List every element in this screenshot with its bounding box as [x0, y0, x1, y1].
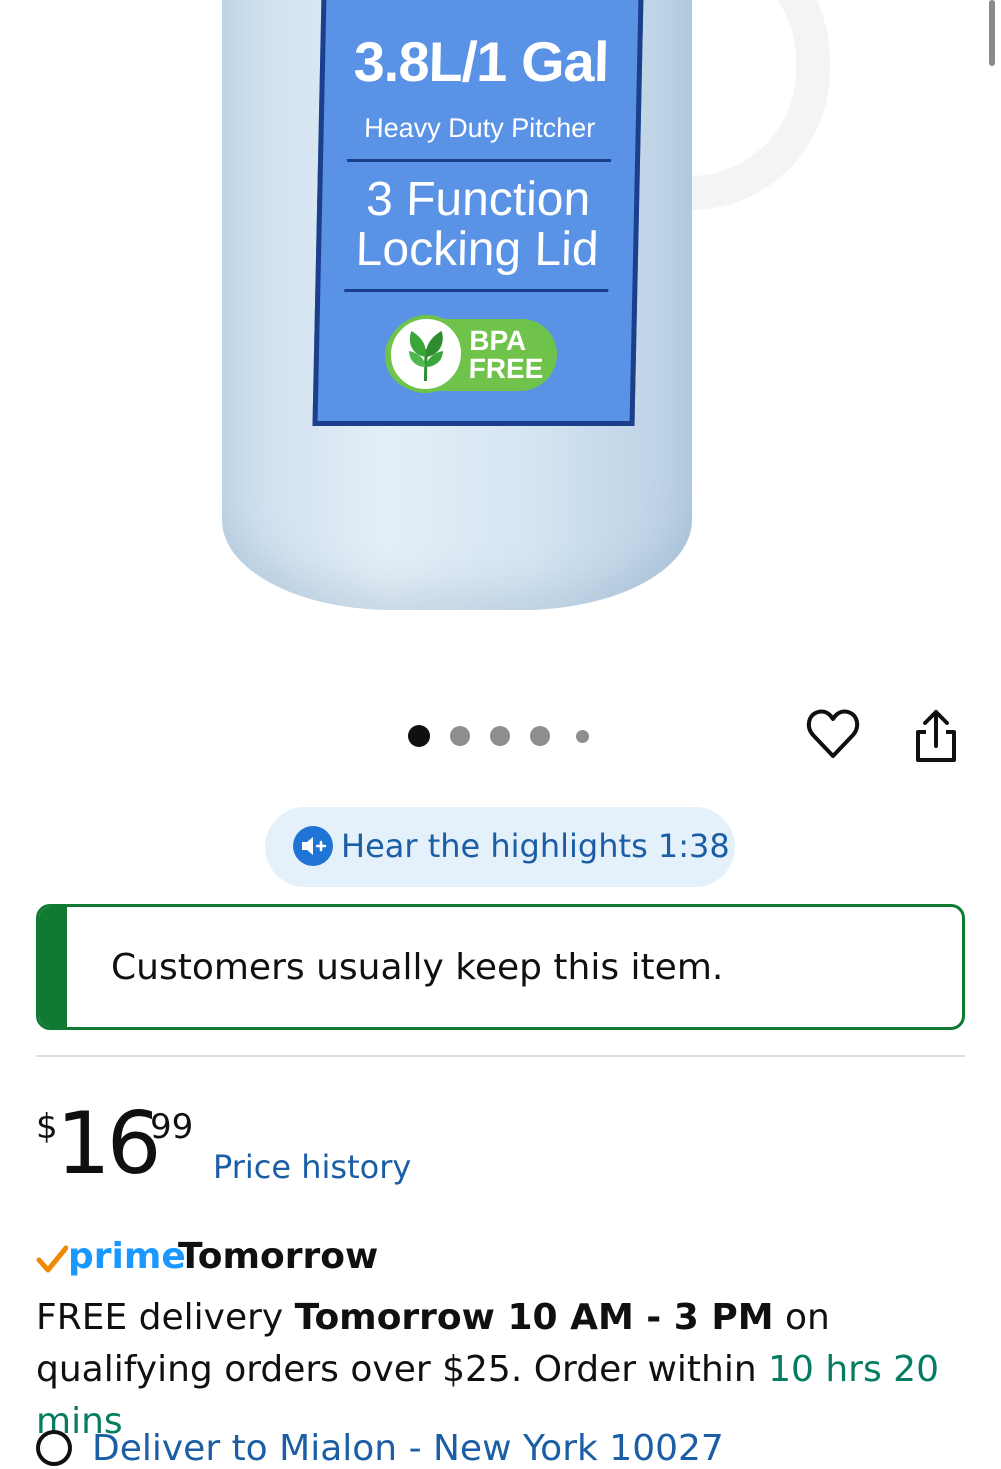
- bpa-text: BPA FREE: [468, 325, 544, 384]
- carousel-dot[interactable]: [490, 726, 510, 746]
- prime-logo-text: prime: [68, 1236, 186, 1277]
- product-image[interactable]: 3.8L/1 Gal Heavy Duty Pitcher 3 Function…: [0, 0, 1001, 690]
- feature-line-2: Locking Lid: [355, 223, 600, 276]
- share-icon: [916, 710, 956, 762]
- price-whole: 16: [56, 1094, 161, 1194]
- capacity-label: 3.8L/1 Gal: [353, 30, 610, 93]
- keep-banner-text: Customers usually keep this item.: [111, 947, 724, 988]
- prime-delivery-badge: prime Tomorrow: [36, 1236, 636, 1280]
- bpa-line-2: FREE: [468, 353, 544, 384]
- delivery-prefix: FREE delivery: [36, 1297, 295, 1338]
- location-pin-icon: [36, 1430, 72, 1466]
- banner-accent-bar: [39, 907, 67, 1027]
- bpa-line-1: BPA: [468, 325, 527, 356]
- carousel-dot[interactable]: [530, 726, 550, 746]
- share-button[interactable]: [908, 706, 964, 766]
- label-divider: [347, 159, 612, 162]
- leaf-icon: [386, 315, 466, 393]
- carousel-dot[interactable]: [576, 730, 589, 743]
- section-divider: [36, 1055, 965, 1057]
- speaker-icon: [293, 826, 333, 866]
- price-fraction: 99: [150, 1107, 194, 1147]
- pitcher-subtitle: Heavy Duty Pitcher: [363, 113, 596, 143]
- price-currency-symbol: $: [36, 1107, 58, 1147]
- hear-highlights-button[interactable]: Hear the highlights 1:38: [265, 807, 735, 887]
- deliver-to-text: Deliver to Mialon - New York 10027: [92, 1428, 724, 1469]
- price-history-link[interactable]: Price history: [213, 1148, 411, 1186]
- label-divider: [344, 289, 609, 292]
- pitcher-label: 3.8L/1 Gal Heavy Duty Pitcher 3 Function…: [312, 0, 644, 426]
- wishlist-button[interactable]: [805, 706, 861, 762]
- customers-keep-banner: Customers usually keep this item.: [36, 904, 965, 1030]
- heart-outline-icon: [806, 709, 860, 758]
- delivery-window: Tomorrow 10 AM - 3 PM: [294, 1297, 774, 1338]
- prime-check-icon: [36, 1245, 68, 1273]
- feature-text: 3 Function Locking Lid: [321, 173, 635, 276]
- feature-line-1: 3 Function: [365, 173, 591, 226]
- prime-delivery-day: Tomorrow: [178, 1236, 379, 1277]
- bpa-free-badge: BPA FREE: [384, 315, 558, 393]
- hear-highlights-label: Hear the highlights 1:38: [341, 827, 730, 865]
- carousel-dot[interactable]: [450, 726, 470, 746]
- deliver-to-location[interactable]: Deliver to Mialon - New York 10027: [36, 1424, 936, 1469]
- carousel-dot-active[interactable]: [408, 725, 430, 747]
- image-carousel-dots[interactable]: [408, 724, 598, 748]
